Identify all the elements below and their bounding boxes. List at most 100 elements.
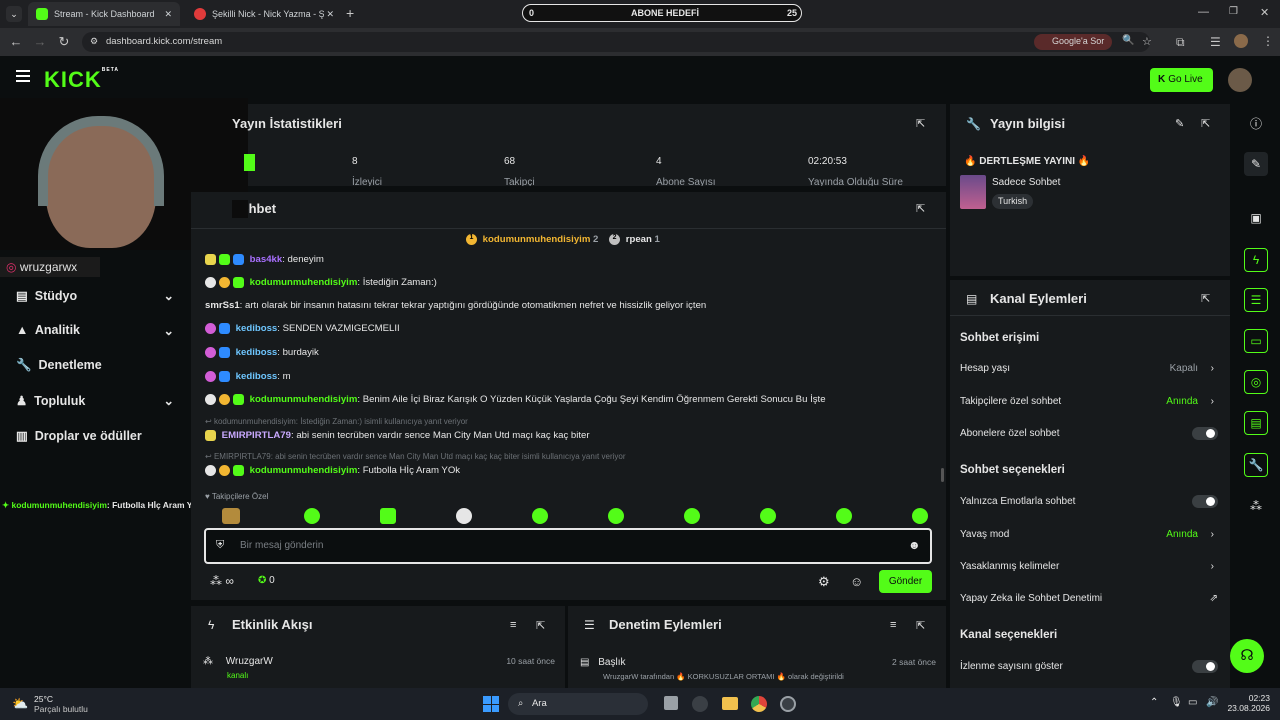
expand-icon[interactable]: ⇱: [1201, 292, 1210, 305]
info-icon[interactable]: ⓘ: [1244, 111, 1268, 135]
site-info-icon[interactable]: ⚙: [90, 36, 98, 47]
chrome-icon[interactable]: [751, 696, 767, 712]
chat-message[interactable]: bas4kk: deneyim: [205, 254, 324, 265]
emote-icon[interactable]: [532, 508, 548, 524]
chat-message[interactable]: EMIRPIRTLA79: abi senin tecrüben vardır …: [205, 430, 590, 441]
emote-icon[interactable]: [760, 508, 776, 524]
setting-ai-moderation[interactable]: Yapay Zeka ile Sohbet Denetimi ⇗: [960, 593, 1220, 604]
task-view-icon[interactable]: [664, 696, 678, 710]
tab-kick-dashboard[interactable]: Stream - Kick Dashboard ✕: [28, 2, 180, 26]
extensions-icon[interactable]: ⧉: [1176, 35, 1185, 50]
chat-message[interactable]: kodumunmuhendisiyim: Futbolla Hİç Aram Y…: [205, 465, 460, 476]
new-tab-button[interactable]: +: [346, 5, 354, 21]
app-icon[interactable]: [692, 696, 708, 712]
lightning-icon[interactable]: ϟ: [1244, 248, 1268, 272]
tab-list-button[interactable]: ⌄: [6, 6, 22, 22]
emote-icon[interactable]: [684, 508, 700, 524]
user-avatar[interactable]: [1228, 68, 1252, 92]
back-icon[interactable]: ←: [4, 34, 28, 49]
zoom-icon[interactable]: 🔍: [1122, 35, 1134, 46]
minimize-button[interactable]: —: [1198, 6, 1209, 18]
expand-icon[interactable]: ⇱: [536, 619, 545, 632]
setting-emote-only[interactable]: Yalnızca Emotlarla sohbet: [960, 496, 1220, 507]
file-explorer-icon[interactable]: [722, 697, 738, 710]
maximize-button[interactable]: ❐: [1229, 6, 1238, 17]
expand-icon[interactable]: ⇱: [916, 117, 925, 130]
sidebar-item-analytics[interactable]: ▲ Analitik ⌄: [16, 323, 174, 338]
bookmark-star-icon[interactable]: ☆: [1142, 35, 1152, 48]
emoji-icon[interactable]: ☻: [908, 538, 921, 552]
app-icon[interactable]: [780, 696, 796, 712]
browser-menu-icon[interactable]: ⋮: [1262, 34, 1274, 48]
expand-icon[interactable]: ⇱: [1201, 117, 1210, 130]
go-live-button[interactable]: K Go Live: [1150, 68, 1213, 92]
emote-icon[interactable]: [222, 508, 240, 524]
hamburger-menu-icon[interactable]: [16, 70, 30, 82]
weather-widget[interactable]: ⛅ 25°C Parçalı bulutlu: [12, 694, 88, 714]
reading-list-icon[interactable]: ☰: [1210, 35, 1221, 49]
volume-icon[interactable]: 🔊: [1206, 697, 1218, 708]
microphone-icon[interactable]: 🎙: [1170, 697, 1183, 708]
forward-icon[interactable]: →: [28, 34, 52, 49]
chat-message[interactable]: kediboss: SENDEN VAZMIGECMELII: [205, 323, 400, 334]
close-icon[interactable]: ✕: [326, 9, 334, 20]
close-icon[interactable]: ✕: [164, 9, 172, 20]
emote-icon[interactable]: [380, 508, 396, 524]
chat-scrollbar[interactable]: [941, 468, 944, 482]
subscribers-only-toggle[interactable]: [1192, 427, 1218, 440]
channel-points[interactable]: ✪ 0: [258, 575, 275, 586]
sidebar-item-community[interactable]: ♟ Topluluk ⌄: [16, 393, 174, 408]
chat-message[interactable]: kodumunmuhendisiyim: İstediğin Zaman:): [205, 277, 437, 288]
setting-subscribers-only[interactable]: Abonelere özel sohbet: [960, 428, 1220, 439]
emote-icon[interactable]: [304, 508, 320, 524]
google-ask-button[interactable]: Google'a Sor: [1034, 34, 1113, 50]
emote-icon[interactable]: [912, 508, 928, 524]
close-window-button[interactable]: ✕: [1260, 6, 1269, 19]
setting-show-viewcount[interactable]: İzlenme sayısını göster: [960, 661, 1220, 672]
filter-icon[interactable]: ≡: [890, 619, 896, 631]
list-icon[interactable]: ☰: [1244, 288, 1268, 312]
emote-picker-icon[interactable]: ☺: [850, 574, 863, 589]
setting-slow-mode[interactable]: Yavaş mod Anında ›: [960, 529, 1220, 540]
sidebar-item-drops[interactable]: ▥ Droplar ve ödüller: [16, 428, 186, 443]
clock[interactable]: 02:23 23.08.2026: [1226, 693, 1270, 713]
wrench-icon[interactable]: 🔧: [1244, 453, 1268, 477]
show-viewcount-toggle[interactable]: [1192, 660, 1218, 673]
channel-icon[interactable]: ▤: [1244, 411, 1268, 435]
tray-chevron-icon[interactable]: ⌃: [1150, 697, 1158, 708]
url-field[interactable]: ⚙ dashboard.kick.com/stream Google'a Sor…: [82, 32, 1152, 52]
chat-settings-icon[interactable]: ⚙: [818, 574, 830, 590]
video-icon[interactable]: ▣: [1244, 206, 1268, 230]
community-icon[interactable]: ⁂: [1244, 494, 1268, 518]
emote-only-toggle[interactable]: [1192, 495, 1218, 508]
support-chat-button[interactable]: ☊: [1230, 639, 1264, 673]
category-name[interactable]: Sadece Sohbet: [992, 177, 1060, 188]
emote-icon[interactable]: [456, 508, 472, 524]
reload-icon[interactable]: ↻: [52, 34, 76, 50]
setting-banned-words[interactable]: Yasaklanmış kelimeler ›: [960, 561, 1220, 572]
shield-icon[interactable]: ⛨: [216, 539, 224, 552]
tab-sekilli-nick[interactable]: Şekilli Nick - Nick Yazma - Şekil ✕: [186, 2, 342, 26]
chat-bubble-icon[interactable]: ▭: [1244, 329, 1268, 353]
edit-icon[interactable]: ✎: [1244, 152, 1268, 176]
expand-icon[interactable]: ⇱: [916, 202, 925, 215]
chat-message[interactable]: smrSs1: artı olarak bir insanın hatasını…: [205, 300, 706, 311]
network-icon[interactable]: ▭: [1188, 697, 1197, 708]
chat-message[interactable]: kediboss: m: [205, 371, 291, 382]
expand-icon[interactable]: ⇱: [916, 619, 925, 632]
sidebar-item-studio[interactable]: ▤ Stüdyo ⌄: [16, 288, 174, 303]
activity-item[interactable]: ⁂ WruzgarW 10 saat önce kanalı: [203, 656, 555, 680]
chat-input[interactable]: ⛨ Bir mesaj gönderin ☻: [204, 528, 932, 564]
taskbar-search[interactable]: ⌕ Ara: [508, 693, 648, 715]
kick-logo[interactable]: KICKBETA: [44, 67, 119, 93]
edit-icon[interactable]: ✎: [1175, 117, 1184, 130]
send-button[interactable]: Gönder: [879, 570, 932, 593]
chat-message[interactable]: kediboss: burdayik: [205, 347, 319, 358]
emote-icon[interactable]: [836, 508, 852, 524]
chat-message[interactable]: kodumunmuhendisiyim: Benim Aile İçi Bira…: [205, 394, 826, 405]
filter-icon[interactable]: ≡: [510, 619, 516, 631]
broadcast-icon[interactable]: ◎: [1244, 370, 1268, 394]
profile-avatar[interactable]: [1234, 34, 1248, 48]
setting-followers-only[interactable]: Takipçilere özel sohbet Anında ›: [960, 396, 1220, 407]
sidebar-item-moderation[interactable]: 🔧 Denetleme: [16, 358, 174, 373]
